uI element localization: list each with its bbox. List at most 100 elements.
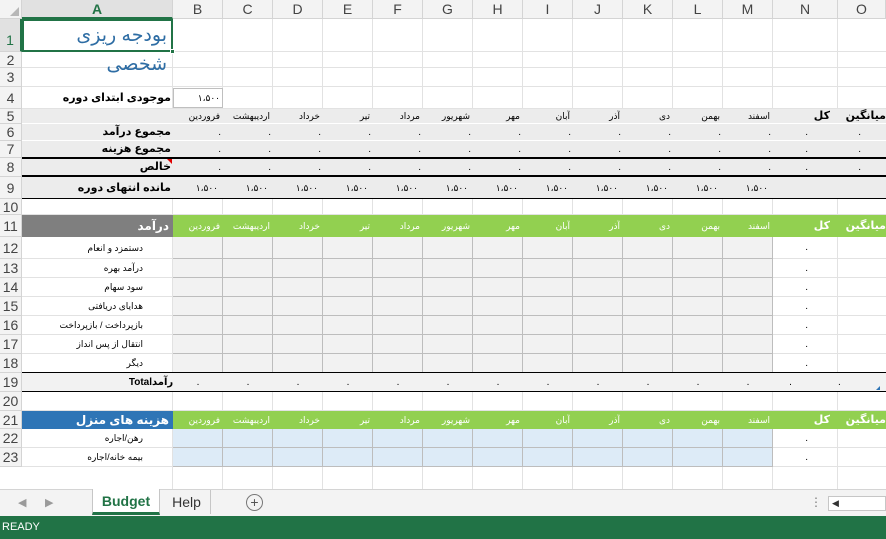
row-header-21[interactable]: 21 (0, 411, 22, 429)
income-input-cell[interactable] (573, 259, 623, 278)
income-input-cell[interactable] (673, 335, 723, 354)
income-input-cell[interactable] (223, 354, 273, 373)
income-input-cell[interactable] (673, 259, 723, 278)
income-input-cell[interactable] (373, 237, 423, 259)
income-input-cell[interactable] (223, 335, 273, 354)
income-input-cell[interactable] (373, 354, 423, 373)
income-input-cell[interactable] (173, 278, 223, 297)
column-header-n[interactable]: N (773, 0, 838, 19)
income-input-cell[interactable] (723, 354, 773, 373)
sheet-tab-help[interactable]: Help (163, 490, 211, 514)
column-header-o[interactable]: O (838, 0, 886, 19)
income-input-cell[interactable] (723, 335, 773, 354)
sheet-title[interactable]: بودجه ریزی شخصی (22, 19, 173, 75)
housing-input-cell[interactable] (473, 448, 523, 467)
row-header-7[interactable]: 7 (0, 141, 22, 158)
income-input-cell[interactable] (173, 354, 223, 373)
income-input-cell[interactable] (723, 278, 773, 297)
income-input-cell[interactable] (573, 354, 623, 373)
income-input-cell[interactable] (173, 297, 223, 316)
housing-input-cell[interactable] (373, 448, 423, 467)
column-header-k[interactable]: K (623, 0, 673, 19)
income-input-cell[interactable] (723, 297, 773, 316)
income-input-cell[interactable] (473, 354, 523, 373)
income-input-cell[interactable] (323, 237, 373, 259)
income-input-cell[interactable] (423, 237, 473, 259)
income-input-cell[interactable] (473, 259, 523, 278)
income-input-cell[interactable] (623, 237, 673, 259)
income-input-cell[interactable] (173, 335, 223, 354)
row-header-12[interactable]: 12 (0, 237, 22, 259)
row-header-14[interactable]: 14 (0, 278, 22, 297)
housing-input-cell[interactable] (223, 429, 273, 448)
column-header-f[interactable]: F (373, 0, 423, 19)
income-input-cell[interactable] (223, 278, 273, 297)
housing-input-cell[interactable] (273, 448, 323, 467)
housing-input-cell[interactable] (623, 429, 673, 448)
housing-input-cell[interactable] (673, 448, 723, 467)
income-input-cell[interactable] (323, 354, 373, 373)
income-input-cell[interactable] (723, 259, 773, 278)
income-input-cell[interactable] (173, 237, 223, 259)
row-header-11[interactable]: 11 (0, 215, 22, 237)
scroll-tabs-left-icon[interactable]: ◀ (18, 496, 26, 509)
row-header-13[interactable]: 13 (0, 259, 22, 278)
housing-input-cell[interactable] (173, 448, 223, 467)
income-input-cell[interactable] (173, 259, 223, 278)
sheet-tab-budget[interactable]: Budget (92, 489, 160, 515)
row-header-8[interactable]: 8 (0, 158, 22, 177)
housing-input-cell[interactable] (373, 429, 423, 448)
income-input-cell[interactable] (273, 316, 323, 335)
housing-input-cell[interactable] (523, 429, 573, 448)
row-header-18[interactable]: 18 (0, 354, 22, 373)
income-input-cell[interactable] (373, 297, 423, 316)
column-header-m[interactable]: M (723, 0, 773, 19)
income-input-cell[interactable] (473, 297, 523, 316)
column-header-j[interactable]: J (573, 0, 623, 19)
income-input-cell[interactable] (523, 259, 573, 278)
income-input-cell[interactable] (523, 297, 573, 316)
row-header-22[interactable]: 22 (0, 429, 22, 448)
row-header-9[interactable]: 9 (0, 177, 22, 199)
income-input-cell[interactable] (223, 297, 273, 316)
row-header-17[interactable]: 17 (0, 335, 22, 354)
income-input-cell[interactable] (523, 278, 573, 297)
housing-input-cell[interactable] (173, 429, 223, 448)
income-input-cell[interactable] (573, 237, 623, 259)
housing-input-cell[interactable] (423, 429, 473, 448)
income-input-cell[interactable] (423, 354, 473, 373)
row-header-23[interactable]: 23 (0, 448, 22, 467)
income-input-cell[interactable] (323, 335, 373, 354)
housing-input-cell[interactable] (673, 429, 723, 448)
row-header-1[interactable]: 1 (0, 19, 22, 52)
column-header-d[interactable]: D (273, 0, 323, 19)
income-input-cell[interactable] (673, 316, 723, 335)
income-input-cell[interactable] (673, 297, 723, 316)
income-input-cell[interactable] (323, 297, 373, 316)
income-input-cell[interactable] (623, 354, 673, 373)
income-input-cell[interactable] (373, 278, 423, 297)
tab-splitter-icon[interactable]: ⋮ (810, 495, 822, 509)
income-input-cell[interactable] (223, 237, 273, 259)
income-input-cell[interactable] (323, 259, 373, 278)
scroll-left-icon[interactable]: ◀ (832, 498, 839, 509)
income-input-cell[interactable] (673, 237, 723, 259)
income-input-cell[interactable] (273, 354, 323, 373)
column-header-e[interactable]: E (323, 0, 373, 19)
row-header-20[interactable]: 20 (0, 392, 22, 411)
income-input-cell[interactable] (573, 297, 623, 316)
column-header-a[interactable]: A (22, 0, 173, 19)
income-input-cell[interactable] (523, 237, 573, 259)
column-header-i[interactable]: I (523, 0, 573, 19)
income-input-cell[interactable] (423, 316, 473, 335)
income-input-cell[interactable] (723, 316, 773, 335)
row-header-16[interactable]: 16 (0, 316, 22, 335)
select-all-corner[interactable] (0, 0, 22, 19)
income-input-cell[interactable] (523, 354, 573, 373)
horizontal-scrollbar[interactable]: ◀ (828, 496, 886, 511)
income-input-cell[interactable] (373, 335, 423, 354)
income-input-cell[interactable] (223, 316, 273, 335)
housing-input-cell[interactable] (323, 448, 373, 467)
housing-input-cell[interactable] (323, 429, 373, 448)
income-input-cell[interactable] (273, 335, 323, 354)
